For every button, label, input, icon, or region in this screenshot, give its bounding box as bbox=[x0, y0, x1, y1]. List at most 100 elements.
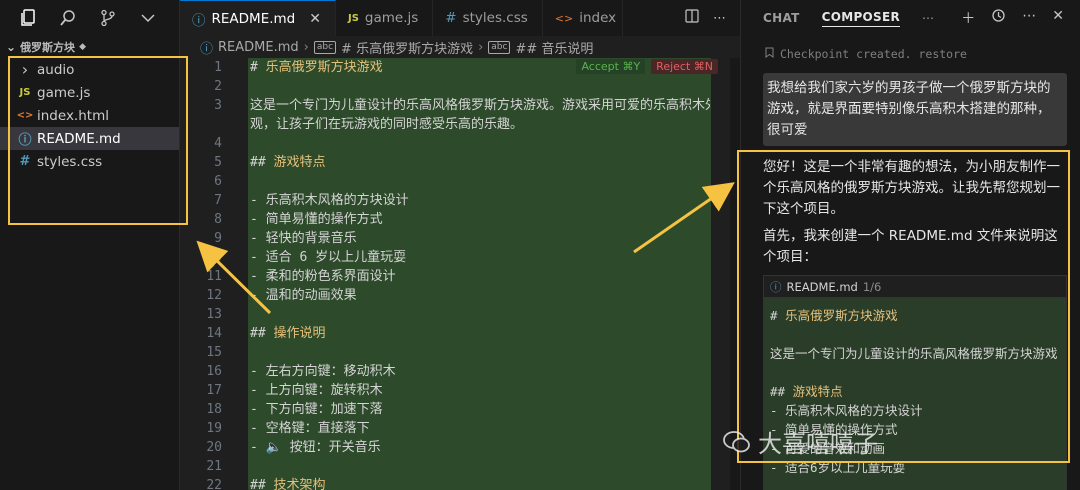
chevron-down-icon[interactable] bbox=[138, 8, 158, 28]
heading-marker: ## bbox=[250, 326, 274, 341]
tab-composer[interactable]: COMPOSER bbox=[821, 10, 901, 27]
code-line: ## 技术架构 bbox=[250, 476, 710, 490]
files-icon[interactable] bbox=[18, 8, 38, 28]
file-tree-item[interactable]: # styles.css bbox=[0, 150, 179, 173]
line-number: 18 bbox=[206, 402, 222, 417]
file-tree-item[interactable]: <> index.html bbox=[0, 104, 179, 127]
source-control-icon[interactable] bbox=[98, 8, 118, 28]
assistant-message: 您好！这是一个非常有趣的想法，为小朋友制作一个乐高风格的俄罗斯方块游戏。让我先帮… bbox=[763, 157, 1068, 274]
line-number: 11 bbox=[206, 269, 222, 284]
breadcrumb-heading-1[interactable]: # 乐高俄罗斯方块游戏 bbox=[341, 38, 473, 57]
reject-button[interactable]: Reject ⌘N bbox=[651, 59, 718, 74]
search-icon[interactable] bbox=[58, 8, 78, 28]
heading-marker: # bbox=[250, 60, 266, 75]
more-icon[interactable]: ⋯ bbox=[1022, 8, 1036, 28]
line-text: - 简单易懂的操作方式 bbox=[250, 212, 383, 227]
line-text: - 温和的动画效果 bbox=[250, 288, 357, 303]
breadcrumb-heading-2[interactable]: ## 音乐说明 bbox=[515, 38, 593, 57]
heading-text: 游戏特点 bbox=[273, 155, 326, 170]
editor-group: ⓘ README.md ✕ JS game.js # styles.css <>… bbox=[180, 0, 740, 490]
heading-text: 游戏特点 bbox=[792, 384, 843, 399]
user-message: 我想给我们家六岁的男孩子做一个俄罗斯方块的游戏，就是界面要特别像乐高积木搭建的那… bbox=[763, 73, 1067, 146]
code-line: - 简单易懂的操作方式 bbox=[250, 210, 710, 229]
line-number: 8 bbox=[214, 212, 222, 227]
heading-text: 乐高俄罗斯方块游戏 bbox=[785, 308, 898, 323]
info-file-icon: ⓘ bbox=[770, 279, 782, 294]
code-line: - 柔和的粉色系界面设计 bbox=[250, 267, 710, 286]
activity-bar bbox=[0, 0, 179, 36]
composer-actions: ＋ ⋯ ✕ bbox=[961, 8, 1080, 28]
line-text: - 适合 6 岁以上儿童玩耍 bbox=[250, 250, 407, 265]
css-file-icon: # bbox=[445, 10, 457, 26]
more-icon[interactable]: ⋯ bbox=[922, 11, 934, 25]
code-line: 这是一个专门为儿童设计的乐高风格俄罗斯方块游戏 bbox=[770, 344, 1060, 363]
code-line: # 乐高俄罗斯方块游戏 bbox=[770, 306, 1060, 325]
code-lines[interactable]: # 乐高俄罗斯方块游戏这是一个专门为儿童设计的乐高风格俄罗斯方块游戏。游戏采用可… bbox=[250, 58, 710, 490]
heading-text: 技术架构 bbox=[273, 478, 326, 490]
file-tree-label: audio bbox=[37, 61, 75, 78]
composer-panel: CHAT COMPOSER ⋯ ＋ ⋯ ✕ Checkpoint created… bbox=[740, 0, 1080, 490]
tab-game-js[interactable]: JS game.js bbox=[336, 0, 434, 36]
line-text: - 空格键：直接落下 bbox=[250, 421, 370, 436]
heading-marker: ## bbox=[250, 155, 274, 170]
symbol-string-icon: abc bbox=[488, 40, 511, 54]
line-text: - 左右方向键：移动积木 bbox=[250, 364, 396, 379]
editor-tabs: ⓘ README.md ✕ JS game.js # styles.css <>… bbox=[180, 0, 740, 36]
file-tree-item[interactable]: › audio bbox=[0, 58, 179, 81]
line-text: 这是一个专门为儿童设计的乐高风格俄罗斯方块游戏 bbox=[770, 346, 1058, 361]
line-number: 13 bbox=[206, 307, 222, 322]
file-tree-item[interactable]: JS game.js bbox=[0, 81, 179, 104]
heading-marker: ## bbox=[250, 478, 274, 490]
heading-text: 乐高俄罗斯方块游戏 bbox=[265, 60, 383, 75]
code-line: - 左右方向键：移动积木 bbox=[250, 362, 710, 381]
accept-button[interactable]: Accept ⌘Y bbox=[576, 59, 646, 74]
file-tree-item[interactable]: ⓘ README.md bbox=[0, 127, 179, 150]
checkpoint-notice[interactable]: Checkpoint created. restore bbox=[741, 36, 1080, 72]
history-icon[interactable] bbox=[991, 8, 1006, 28]
checkpoint-text: Checkpoint created. restore bbox=[780, 47, 967, 61]
line-text: - 适合6岁以上儿童玩耍 bbox=[770, 460, 906, 475]
workspace-folder-header[interactable]: ⌄ 俄罗斯方块 ◆ bbox=[0, 36, 179, 58]
css-file-icon: # bbox=[19, 154, 31, 169]
tab-label: index bbox=[579, 10, 617, 26]
workspace-folder-name: 俄罗斯方块 bbox=[20, 41, 76, 54]
code-line: 这是一个专门为儿童设计的乐高风格俄罗斯方块游戏。游戏采用可爱的乐高积木外 bbox=[250, 96, 710, 115]
js-file-icon: JS bbox=[347, 12, 359, 24]
bookmark-icon bbox=[765, 47, 774, 61]
js-file-icon: JS bbox=[19, 87, 31, 98]
code-card-header[interactable]: ⓘ README.md 1/6 bbox=[764, 276, 1066, 298]
tab-readme[interactable]: ⓘ README.md ✕ bbox=[180, 0, 336, 36]
composer-header: CHAT COMPOSER ⋯ ＋ ⋯ ✕ bbox=[741, 0, 1080, 36]
editor-actions: ⋯ bbox=[685, 0, 740, 36]
line-number: 5 bbox=[214, 155, 222, 170]
breadcrumb: ⓘ README.md › abc # 乐高俄罗斯方块游戏 › abc ## 音… bbox=[180, 36, 740, 58]
code-line: - 乐高积木风格的方块设计 bbox=[770, 401, 1060, 420]
line-text: - 上方向键：旋转积木 bbox=[250, 383, 383, 398]
breadcrumb-file[interactable]: README.md bbox=[218, 40, 299, 55]
split-editor-icon[interactable] bbox=[685, 9, 699, 27]
code-line: - 温和的动画效果 bbox=[250, 286, 710, 305]
close-icon[interactable]: ✕ bbox=[309, 11, 321, 27]
tab-index-html[interactable]: <> index bbox=[543, 0, 624, 36]
code-line: - 空格键：直接落下 bbox=[250, 419, 710, 438]
tab-styles-css[interactable]: # styles.css bbox=[433, 0, 543, 36]
line-number: 17 bbox=[206, 383, 222, 398]
heading-marker: ## bbox=[770, 384, 793, 399]
tab-label: game.js bbox=[364, 10, 419, 26]
more-actions-icon[interactable]: ⋯ bbox=[713, 11, 726, 26]
code-editor[interactable]: 1 2 3 4 5 6 7 8 9 10 11 12 13 14 15 16 17 18 19 20 21 22 # 乐高… bbox=[180, 58, 740, 490]
assistant-paragraph: 首先，我来创建一个 README.md 文件来说明这个项目： bbox=[763, 228, 1058, 265]
line-number: 16 bbox=[206, 364, 222, 379]
close-icon[interactable]: ✕ bbox=[1052, 8, 1064, 28]
tab-chat[interactable]: CHAT bbox=[763, 11, 800, 25]
plus-icon[interactable]: ＋ bbox=[961, 8, 975, 28]
code-card-count: 1/6 bbox=[862, 279, 882, 294]
explorer-sidebar: ⌄ 俄罗斯方块 ◆ › audio JS game.js <> index.html ⓘ RE… bbox=[0, 0, 180, 490]
html-file-icon: <> bbox=[16, 110, 34, 121]
info-file-icon: ⓘ bbox=[192, 12, 206, 29]
line-text: - 乐高积木风格的方块设计 bbox=[250, 193, 409, 208]
chevron-right-icon: › bbox=[21, 60, 29, 79]
